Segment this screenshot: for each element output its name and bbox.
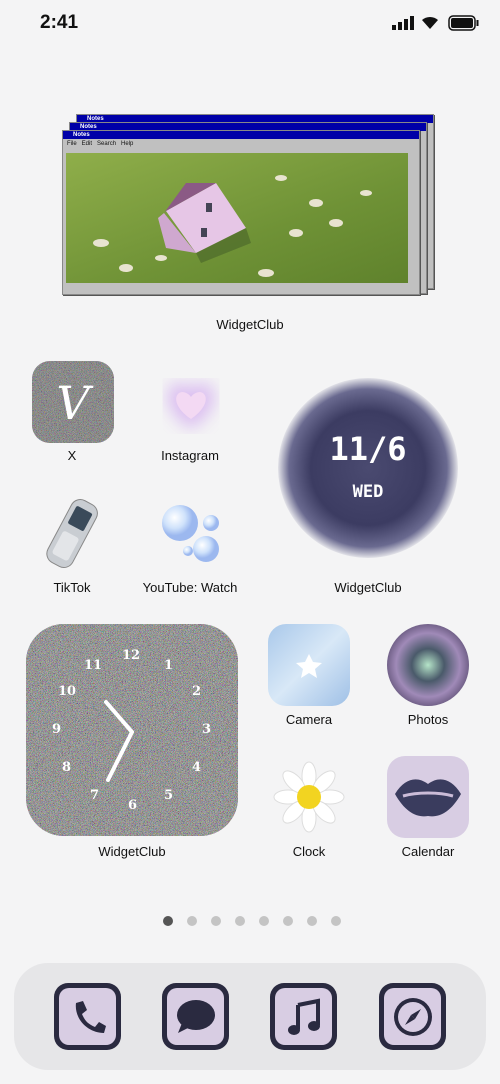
menu-bar: File Edit Search Help — [63, 139, 419, 149]
dock-messages[interactable] — [162, 983, 229, 1050]
page-dot[interactable] — [307, 916, 317, 926]
date-text: 11/6 — [329, 430, 407, 468]
app-calendar[interactable] — [387, 756, 469, 838]
app-clock[interactable] — [268, 756, 350, 838]
clock-number: 3 — [202, 722, 212, 737]
page-dot[interactable] — [187, 916, 197, 926]
wifi-icon — [420, 14, 440, 35]
clock-number: 10 — [58, 684, 77, 699]
clock-number: 4 — [192, 760, 202, 775]
heart-icon — [167, 382, 215, 429]
daisy-icon — [273, 761, 345, 833]
widget-label: WidgetClub — [216, 317, 284, 332]
date-widget[interactable]: 11/6 WED — [278, 378, 458, 558]
clock-number: 6 — [128, 798, 138, 813]
clock-number: 5 — [164, 788, 174, 803]
page-dot[interactable] — [283, 916, 293, 926]
app-x[interactable]: V — [32, 361, 114, 443]
bubbles-icon — [162, 505, 219, 562]
battery-icon — [448, 15, 480, 36]
page-dot[interactable] — [211, 916, 221, 926]
clock-number: 8 — [62, 760, 72, 775]
menu-search: Search — [97, 141, 117, 147]
menu-edit: Edit — [81, 141, 93, 147]
dock-phone[interactable] — [54, 983, 121, 1050]
weekday-text: WED — [352, 482, 384, 502]
page-dot[interactable] — [235, 916, 245, 926]
lips-icon — [395, 779, 461, 817]
compass-icon — [393, 997, 432, 1036]
app-label: Photos — [407, 712, 449, 727]
clock-number: 7 — [90, 788, 100, 803]
app-camera[interactable] — [268, 624, 350, 706]
menu-file: File — [67, 141, 77, 147]
music-note-icon — [287, 998, 320, 1035]
clock-number: 9 — [52, 722, 62, 737]
dock-safari[interactable] — [379, 983, 446, 1050]
menu-help: Help — [121, 141, 134, 147]
clock-widget[interactable]: 12 1 2 3 4 5 6 7 8 9 10 11 — [26, 624, 238, 836]
signal-icon — [392, 15, 414, 36]
page-dot[interactable] — [331, 916, 341, 926]
app-label: YouTube: Watch — [142, 580, 238, 595]
status-time: 2:41 — [40, 12, 79, 33]
app-youtube[interactable] — [150, 493, 232, 575]
app-label: Instagram — [161, 448, 219, 463]
widget-label: WidgetClub — [334, 580, 402, 595]
clock-number: 12 — [122, 648, 141, 663]
message-bubble-icon — [176, 999, 215, 1033]
page-dot[interactable] — [259, 916, 269, 926]
app-instagram[interactable] — [150, 361, 232, 443]
x-script-icon: V — [56, 376, 94, 430]
clock-number: 1 — [164, 658, 174, 673]
notes-widget[interactable]: Notes Notes Notes File Edit Search Help — [62, 110, 434, 300]
window-title: Notes — [63, 131, 419, 139]
flip-phone-icon — [46, 499, 98, 568]
star-sky-icon — [296, 654, 322, 678]
app-tiktok[interactable] — [32, 493, 114, 575]
clock-number: 2 — [192, 684, 202, 699]
house-photo — [66, 153, 408, 283]
app-label: Calendar — [401, 844, 455, 859]
app-photos[interactable] — [387, 624, 469, 706]
page-dot-active[interactable] — [163, 916, 173, 926]
widget-label: WidgetClub — [98, 844, 166, 859]
clock-number: 11 — [84, 658, 103, 673]
dock-music[interactable] — [270, 983, 337, 1050]
phone-icon — [75, 1000, 106, 1033]
